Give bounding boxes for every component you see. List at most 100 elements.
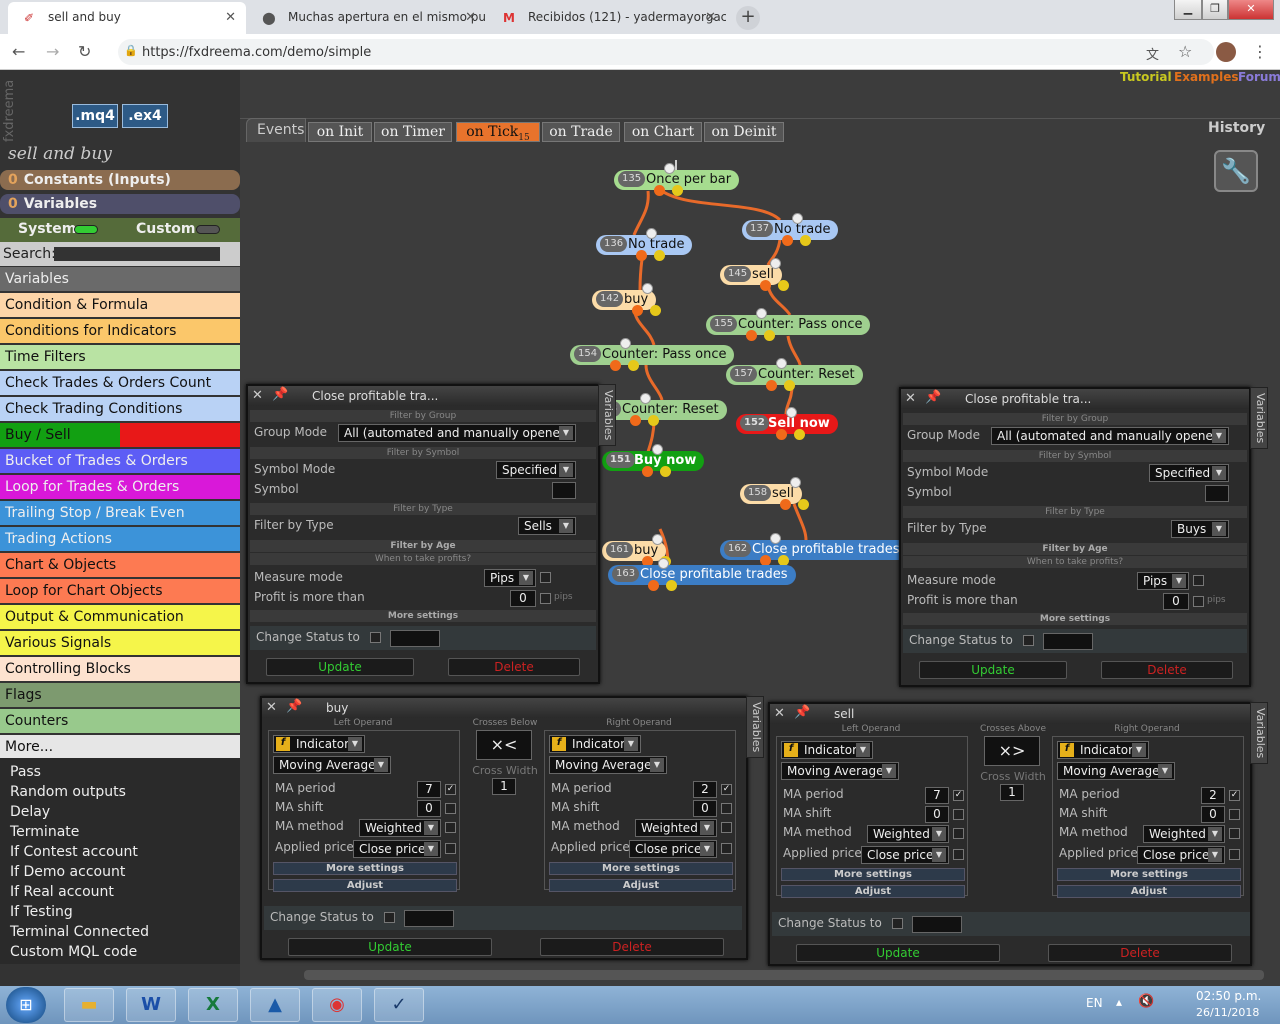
node-input-dot[interactable] bbox=[786, 407, 797, 418]
ma-method-select[interactable]: Weighted ▼ bbox=[867, 825, 949, 843]
close-trades-panel-sells[interactable]: ✕ 📌 Close profitable tra... Filter by Group… bbox=[246, 384, 600, 684]
symbol-input[interactable] bbox=[1205, 485, 1229, 502]
new-tab-button[interactable]: + bbox=[736, 6, 760, 30]
node-input-dot[interactable] bbox=[776, 358, 787, 369]
more-settings-button[interactable]: More settings bbox=[1057, 868, 1241, 881]
node-output-true-dot[interactable] bbox=[780, 499, 791, 510]
browser-tab[interactable]: ⬤ Muchas apertura en el mismo pu ✕ bbox=[248, 2, 486, 34]
close-trades-panel-buys[interactable]: ✕ 📌 Close profitable tra... Filter by Group… bbox=[899, 387, 1251, 687]
group-mode-select[interactable]: All (automated and manually opened) ▼ bbox=[338, 424, 576, 442]
ma-period-checkbox[interactable]: ✓ bbox=[1229, 790, 1240, 801]
node-input-dot[interactable] bbox=[642, 283, 653, 294]
node-output-false-dot[interactable] bbox=[794, 429, 805, 440]
node-output-true-dot[interactable] bbox=[642, 466, 653, 477]
node-input-dot[interactable] bbox=[658, 558, 669, 569]
ma-period-input[interactable]: 7 bbox=[417, 781, 441, 798]
tray-arrow-icon[interactable]: ▴ bbox=[1116, 995, 1122, 1009]
ma-shift-checkbox[interactable] bbox=[953, 809, 964, 820]
node-output-true-dot[interactable] bbox=[776, 429, 787, 440]
address-bar[interactable]: 🔒 https://fxdreema.com/demo/simple bbox=[118, 39, 1214, 65]
profit-checkbox[interactable] bbox=[1193, 596, 1204, 607]
checkmark-app-icon[interactable]: ✓ bbox=[374, 988, 424, 1022]
ma-shift-checkbox[interactable] bbox=[445, 803, 456, 814]
ma-period-input[interactable]: 2 bbox=[693, 781, 717, 798]
change-status-input[interactable] bbox=[912, 916, 962, 933]
node-output-false-dot[interactable] bbox=[672, 185, 683, 196]
node-output-true-dot[interactable] bbox=[648, 580, 659, 591]
node-output-false-dot[interactable] bbox=[764, 330, 775, 341]
node-input-dot[interactable] bbox=[664, 163, 675, 174]
cross-direction-select[interactable]: ×< bbox=[476, 730, 532, 760]
close-tab-icon[interactable]: ✕ bbox=[225, 10, 236, 25]
ma-period-checkbox[interactable]: ✓ bbox=[445, 784, 456, 795]
applied-price-checkbox[interactable] bbox=[445, 843, 456, 854]
cross-width-input[interactable]: 1 bbox=[1000, 784, 1024, 801]
node-input-dot[interactable] bbox=[792, 213, 803, 224]
node-output-false-dot[interactable] bbox=[800, 235, 811, 246]
close-window-button[interactable]: ✕ bbox=[1228, 0, 1274, 20]
ma-method-select[interactable]: Weighted ▼ bbox=[1143, 825, 1225, 843]
measure-checkbox[interactable] bbox=[540, 572, 551, 583]
ma-shift-checkbox[interactable] bbox=[1229, 809, 1240, 820]
change-status-checkbox[interactable] bbox=[370, 632, 381, 643]
change-status-checkbox[interactable] bbox=[892, 918, 903, 929]
filter-type-select[interactable]: Buys ▼ bbox=[1171, 520, 1229, 538]
node-output-true-dot[interactable] bbox=[746, 330, 757, 341]
close-icon[interactable]: ✕ bbox=[266, 700, 277, 715]
adjust-button[interactable]: Adjust bbox=[549, 879, 733, 892]
filter-type-select[interactable]: Sells ▼ bbox=[518, 517, 576, 535]
pin-icon[interactable]: 📌 bbox=[794, 705, 810, 720]
applied-price-select[interactable]: Close price ▼ bbox=[861, 846, 949, 864]
pin-icon[interactable]: 📌 bbox=[925, 390, 941, 405]
language-indicator[interactable]: EN bbox=[1086, 996, 1103, 1010]
node-151[interactable]: 151 Buy now bbox=[602, 451, 705, 471]
measure-mode-select[interactable]: Pips ▼ bbox=[1137, 572, 1189, 590]
node-output-true-dot[interactable] bbox=[636, 250, 647, 261]
node-output-true-dot[interactable] bbox=[766, 380, 777, 391]
ma-method-checkbox[interactable] bbox=[1229, 828, 1240, 839]
ma-shift-input[interactable]: 0 bbox=[1201, 806, 1225, 823]
applied-price-select[interactable]: Close price ▼ bbox=[353, 840, 441, 858]
delete-button[interactable]: Delete bbox=[540, 938, 724, 956]
change-status-input[interactable] bbox=[390, 630, 440, 647]
node-155[interactable]: 155 Counter: Pass once bbox=[706, 315, 871, 335]
ma-method-select[interactable]: Weighted ▼ bbox=[359, 819, 441, 837]
node-input-dot[interactable] bbox=[770, 258, 781, 269]
browser-tab-active[interactable]: ✐ sell and buy ✕ bbox=[8, 2, 246, 34]
more-settings-button[interactable]: More settings bbox=[549, 862, 733, 875]
ma-shift-input[interactable]: 0 bbox=[925, 806, 949, 823]
maximize-button[interactable]: ❐ bbox=[1202, 0, 1228, 20]
forward-icon[interactable]: → bbox=[46, 42, 59, 61]
node-output-true-dot[interactable] bbox=[782, 235, 793, 246]
node-output-false-dot[interactable] bbox=[628, 360, 639, 371]
change-status-input[interactable] bbox=[1043, 633, 1093, 650]
more-settings-button[interactable]: More settings bbox=[781, 868, 965, 881]
node-output-true-dot[interactable] bbox=[760, 280, 771, 291]
node-163[interactable]: 163 Close profitable trades bbox=[608, 565, 796, 585]
update-button[interactable]: Update bbox=[288, 938, 492, 956]
node-output-false-dot[interactable] bbox=[784, 380, 795, 391]
node-output-true-dot[interactable] bbox=[630, 415, 641, 426]
delete-button[interactable]: Delete bbox=[1048, 944, 1232, 962]
buy-condition-panel[interactable]: ✕ 📌 buy Left Operand f Indicator ▼ Moving Avera… bbox=[260, 696, 748, 960]
avatar[interactable] bbox=[1216, 42, 1236, 62]
indicator-select[interactable]: f Indicator ▼ bbox=[273, 735, 365, 753]
ma-method-checkbox[interactable] bbox=[721, 822, 732, 833]
ma-select[interactable]: Moving Average ▼ bbox=[549, 756, 667, 774]
pin-icon[interactable]: 📌 bbox=[286, 699, 302, 714]
translate-icon[interactable]: 文 bbox=[1146, 44, 1159, 63]
variables-side-tab[interactable]: Variables bbox=[1250, 387, 1268, 449]
ma-period-input[interactable]: 2 bbox=[1201, 787, 1225, 804]
node-output-false-dot[interactable] bbox=[650, 305, 661, 316]
profit-input[interactable]: 0 bbox=[510, 590, 536, 607]
node-output-false-dot[interactable] bbox=[654, 250, 665, 261]
node-output-true-dot[interactable] bbox=[654, 185, 665, 196]
indicator-select[interactable]: f Indicator ▼ bbox=[549, 735, 641, 753]
indicator-select[interactable]: f Indicator ▼ bbox=[781, 741, 873, 759]
change-status-checkbox[interactable] bbox=[1023, 635, 1034, 646]
profit-checkbox[interactable] bbox=[540, 593, 551, 604]
speaker-muted-icon[interactable]: 🔇 bbox=[1138, 994, 1154, 1009]
ma-shift-input[interactable]: 0 bbox=[417, 800, 441, 817]
delete-button[interactable]: Delete bbox=[1101, 661, 1233, 679]
node-input-dot[interactable] bbox=[640, 393, 651, 404]
